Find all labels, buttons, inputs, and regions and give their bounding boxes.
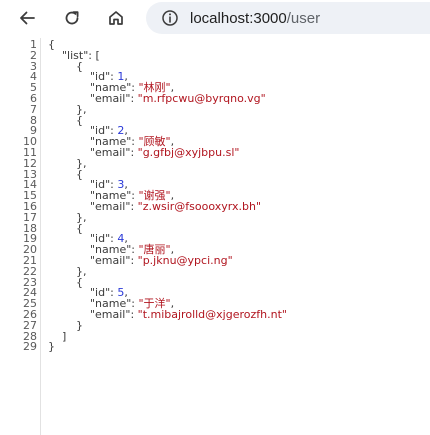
code-line: },: [48, 212, 287, 224]
json-string: "t.mibajrolld@xjgerozfh.nt": [137, 307, 287, 321]
json-key: "email": [89, 253, 131, 267]
reload-icon: [65, 11, 79, 25]
line-number-gutter: 1 2 3 4 5 6 7 8 9 10 11 12 13 14 15 16 17 18 19 20 21 22 23 24 2…: [0, 38, 41, 435]
json-string: "z.wsir@fsoooxyrx.bh": [137, 199, 261, 213]
punct: :: [130, 91, 138, 105]
reload-button[interactable]: [57, 3, 87, 33]
punct: :: [130, 145, 138, 159]
info-icon[interactable]: [160, 8, 180, 28]
address-bar[interactable]: localhost:3000/user: [146, 2, 430, 34]
json-key: "email": [89, 145, 131, 159]
json-key: "email": [89, 91, 131, 105]
home-button[interactable]: [101, 3, 131, 33]
code-line: }: [48, 340, 287, 354]
code-line: },: [48, 266, 287, 278]
back-button[interactable]: [12, 3, 42, 33]
arrow-left-icon: [20, 11, 35, 25]
json-viewer: 1 2 3 4 5 6 7 8 9 10 11 12 13 14 15 16 17 18 19 20 21 22 23 24 2…: [0, 38, 430, 435]
json-string: "m.rfpcwu@byrqno.vg": [137, 91, 266, 105]
json-string: "p.jknu@ypci.ng": [137, 253, 233, 267]
code-line: "email": "t.mibajrolld@xjgerozfh.nt": [48, 307, 287, 321]
punct: : [: [88, 48, 100, 62]
code-line: ]: [48, 331, 287, 343]
brace: }: [48, 340, 55, 354]
home-icon: [109, 11, 123, 25]
json-code: { "list": [ { "id": 1, "name": "林刚", "em…: [41, 38, 287, 435]
punct: :: [130, 199, 138, 213]
punct: :: [130, 307, 138, 321]
code-line: "list": [: [48, 48, 287, 62]
url-path: /user: [286, 9, 321, 27]
json-key: "email": [89, 307, 131, 321]
code-line: },: [48, 104, 287, 116]
url-text[interactable]: localhost:3000/user: [190, 10, 320, 27]
punct: :: [130, 253, 138, 267]
json-string: "g.gfbj@xyjbpu.sl": [137, 145, 240, 159]
url-host: localhost:3000: [190, 9, 287, 27]
browser-toolbar: localhost:3000/user: [0, 0, 430, 36]
code-line: }: [48, 320, 287, 332]
line-number: 29: [23, 340, 37, 354]
code-line: },: [48, 158, 287, 170]
json-key: "email": [89, 199, 131, 213]
